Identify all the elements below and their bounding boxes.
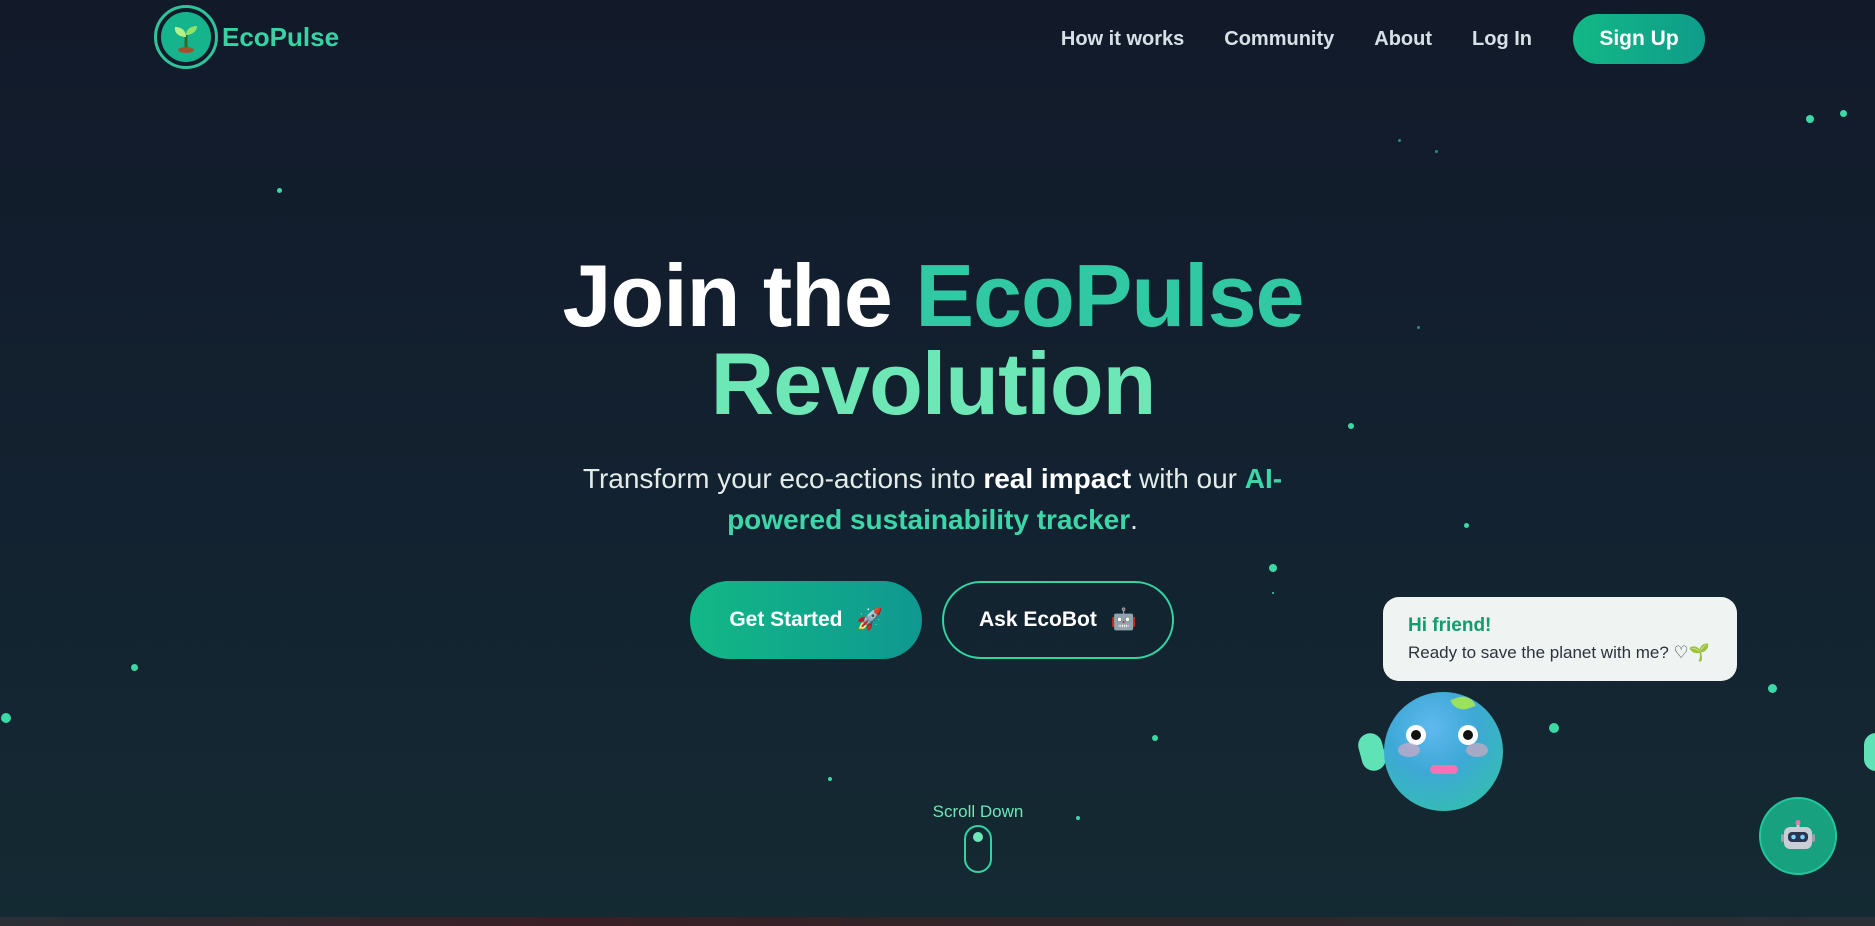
particle <box>828 777 832 781</box>
scroll-down-label: Scroll Down <box>932 802 1024 821</box>
chatbot-fab-button[interactable] <box>1759 797 1837 875</box>
hero-sub-bold: real impact <box>983 463 1132 494</box>
nav-community[interactable]: Community <box>1224 28 1334 51</box>
scroll-mouse-icon[interactable] <box>964 825 992 873</box>
particle <box>1768 684 1777 693</box>
mascot-speech-bubble: Hi friend! Ready to save the planet with… <box>1383 597 1737 681</box>
bubble-title: Hi friend! <box>1408 615 1492 636</box>
particle <box>1435 150 1438 153</box>
hero-title: Join the EcoPulse Revolution <box>0 252 1866 428</box>
bottom-divider <box>0 917 1875 926</box>
particle <box>277 188 282 193</box>
particle <box>1152 735 1158 741</box>
hero-sub-part1: Transform your eco-actions into <box>582 463 976 494</box>
main-nav: How it works Community About Log In Sign… <box>1061 14 1705 64</box>
sprout-logo-icon <box>154 5 218 69</box>
mascot-right-hand-icon <box>1864 733 1875 771</box>
particle <box>1 713 11 723</box>
get-started-button[interactable]: Get Started 🚀 <box>690 581 922 659</box>
particle <box>1269 564 1277 572</box>
hero-title-part1: Join the <box>562 246 893 345</box>
nav-how-it-works[interactable]: How it works <box>1061 28 1184 51</box>
nav-login[interactable]: Log In <box>1472 28 1532 51</box>
bubble-message: Ready to save the planet with me? ♡🌱 <box>1408 643 1710 662</box>
hero-sub-end: . <box>1130 504 1138 535</box>
hero-sub-part2: with our <box>1138 463 1238 494</box>
hero-title-part2: Revolution <box>710 334 1157 433</box>
get-started-label: Get Started <box>729 608 843 631</box>
rocket-icon: 🚀 <box>856 608 883 631</box>
particle <box>1398 139 1401 142</box>
brand-name: EcoPulse <box>222 21 340 52</box>
particle <box>131 664 138 671</box>
hero-title-brand: EcoPulse <box>915 246 1304 345</box>
particle <box>1549 723 1559 733</box>
ask-ecobot-label: Ask EcoBot <box>978 608 1097 631</box>
robot-icon: 🤖 <box>1110 608 1137 631</box>
particle <box>1840 110 1847 117</box>
particle <box>1464 523 1469 528</box>
ask-ecobot-button[interactable]: Ask EcoBot 🤖 <box>942 581 1174 659</box>
hero-subtitle: Transform your eco-actions into real imp… <box>540 458 1325 540</box>
particle <box>1272 592 1274 594</box>
particle <box>1806 115 1814 123</box>
brand-logo[interactable]: EcoPulse <box>154 5 339 69</box>
chatbot-robot-icon <box>1781 820 1815 849</box>
nav-about[interactable]: About <box>1374 28 1432 51</box>
particle <box>1076 816 1080 820</box>
earth-mascot-icon[interactable] <box>1384 692 1503 811</box>
signup-button[interactable]: Sign Up <box>1573 14 1705 64</box>
